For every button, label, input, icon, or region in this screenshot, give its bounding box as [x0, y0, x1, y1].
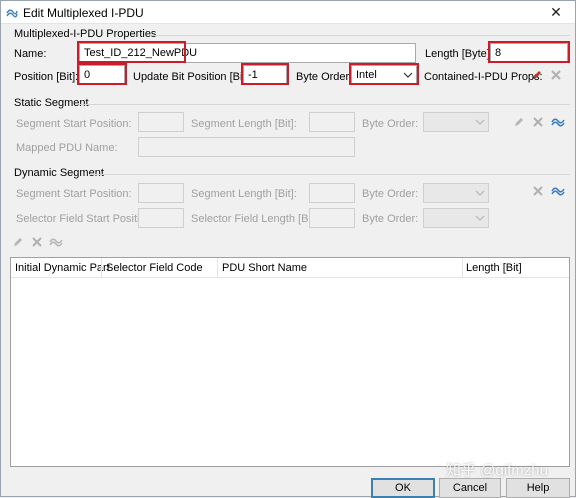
divider	[89, 174, 570, 175]
static-length-field	[309, 112, 355, 132]
column-header[interactable]: Selector Field Code	[106, 262, 203, 274]
help-button[interactable]: Help	[506, 478, 570, 498]
selector-start-field	[138, 208, 184, 228]
add-wave-icon	[49, 238, 63, 247]
edit-pencil-icon	[515, 118, 523, 126]
update-bit-highlight	[241, 63, 289, 85]
divider	[462, 258, 463, 278]
divider	[217, 258, 218, 278]
dynamic-length-field	[309, 183, 355, 203]
mapped-pdu-field	[138, 137, 355, 157]
chevron-down-icon	[475, 119, 485, 125]
add-wave-icon[interactable]	[551, 183, 565, 197]
edit-pencil-icon	[14, 238, 22, 246]
selector-length-field	[309, 208, 355, 228]
dynamic-start-field	[138, 183, 184, 203]
delete-x-icon	[32, 237, 42, 247]
delete-x-icon	[533, 117, 543, 127]
chevron-down-icon	[475, 215, 485, 221]
selector-byte-order-label: Byte Order:	[362, 213, 419, 225]
ok-button[interactable]: OK	[371, 478, 435, 498]
divider	[153, 35, 570, 36]
position-label: Position [Bit]:	[14, 71, 79, 83]
close-button[interactable]: ✕	[539, 1, 573, 23]
edit-pencil-icon[interactable]	[531, 69, 543, 81]
window-title: Edit Multiplexed I-PDU	[23, 6, 144, 20]
static-segment-title: Static Segment	[14, 97, 89, 109]
dynamic-length-label: Segment Length [Bit]:	[191, 188, 297, 200]
static-byte-order-label: Byte Order:	[362, 118, 419, 130]
column-header[interactable]: Length [Bit]	[466, 262, 522, 274]
dynamic-byte-order-select	[423, 183, 489, 203]
mapped-pdu-label: Mapped PDU Name:	[16, 142, 118, 154]
table-header: Initial Dynamic Part Selector Field Code…	[11, 258, 569, 278]
update-bit-label: Update Bit Position [Bit]:	[133, 71, 252, 83]
close-icon: ✕	[550, 4, 562, 20]
selector-byte-order-select	[423, 208, 489, 228]
selector-start-label: Selector Field Start Position:	[16, 213, 155, 225]
static-start-label: Segment Start Position:	[16, 118, 132, 130]
selector-length-label: Selector Field Length [Bit]:	[191, 213, 321, 225]
column-header[interactable]: Initial Dynamic Part	[15, 262, 110, 274]
chevron-down-icon	[475, 190, 485, 196]
length-highlight	[488, 41, 570, 63]
static-byte-order-select	[423, 112, 489, 132]
contained-props-label: Contained-I-PDU Props:	[424, 71, 543, 83]
static-length-label: Segment Length [Bit]:	[191, 118, 297, 130]
byte-order-highlight	[349, 63, 419, 85]
dynamic-parts-table[interactable]: Initial Dynamic Part Selector Field Code…	[10, 257, 570, 467]
length-label: Length [Byte]:	[425, 48, 493, 60]
delete-x-icon	[533, 186, 543, 196]
watermark: 知乎 @qifmzhu	[446, 462, 548, 479]
static-start-field	[138, 112, 184, 132]
dynamic-byte-order-label: Byte Order:	[362, 188, 419, 200]
cancel-button[interactable]: Cancel	[439, 478, 501, 498]
edit-multiplexed-ipdu-dialog: Edit Multiplexed I-PDU ✕ Multiplexed-I-P…	[0, 0, 576, 498]
app-icon	[6, 9, 18, 18]
byte-order-label: Byte Order:	[296, 71, 353, 83]
divider	[79, 104, 570, 105]
divider	[101, 258, 102, 278]
delete-x-icon	[551, 70, 561, 80]
name-highlight	[77, 41, 186, 63]
name-label: Name:	[14, 48, 47, 60]
column-header[interactable]: PDU Short Name	[222, 262, 307, 274]
dynamic-segment-title: Dynamic Segment	[14, 167, 104, 179]
dynamic-start-label: Segment Start Position:	[16, 188, 132, 200]
properties-group-title: Multiplexed-I-PDU Properties	[14, 28, 157, 40]
add-wave-icon[interactable]	[551, 114, 565, 128]
title-bar: Edit Multiplexed I-PDU ✕	[1, 1, 575, 24]
position-highlight	[77, 63, 127, 85]
